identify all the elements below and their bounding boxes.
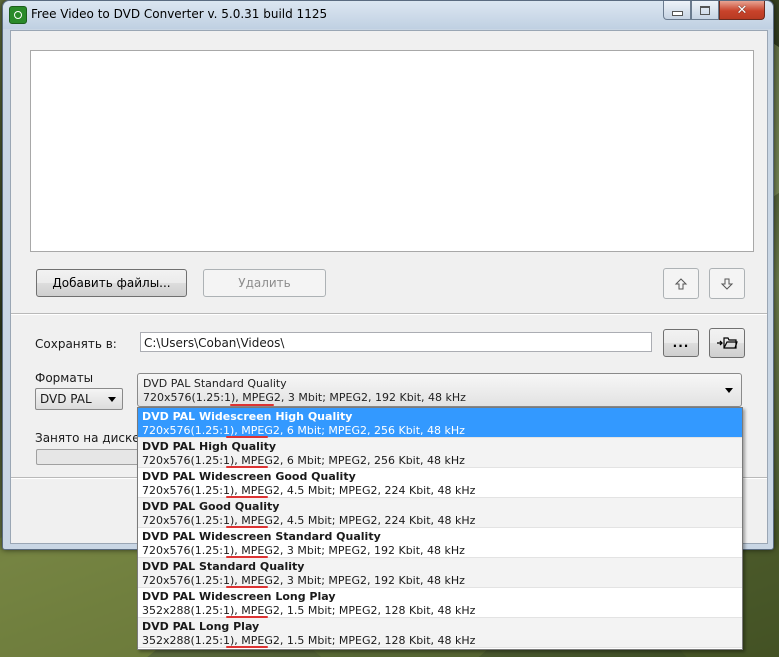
save-to-label: Сохранять в: xyxy=(35,337,117,351)
app-icon xyxy=(9,6,27,24)
quality-option[interactable]: DVD PAL Long Play 352x288(1.25:1), MPEG2,… xyxy=(138,618,742,648)
disk-usage-bar xyxy=(36,449,148,465)
quality-option-name: DVD PAL Good Quality xyxy=(142,500,280,513)
arrow-down-icon xyxy=(720,278,734,290)
output-path-field[interactable]: C:\Users\Coban\Videos\ xyxy=(140,332,652,352)
quality-select-name: DVD PAL Standard Quality xyxy=(143,377,287,390)
format-select[interactable]: DVD PAL xyxy=(35,388,123,410)
chevron-down-icon xyxy=(725,388,733,393)
quality-option-name: DVD PAL Widescreen Long Play xyxy=(142,590,336,603)
minimize-button[interactable] xyxy=(663,1,691,20)
title-bar[interactable]: Free Video to DVD Converter v. 5.0.31 bu… xyxy=(3,1,773,29)
quality-option-spec: 720x576(1.25:1), MPEG2, 3 Mbit; MPEG2, 1… xyxy=(142,574,465,587)
disk-usage-label: Занято на диске: xyxy=(35,431,144,445)
quality-option-spec: 720x576(1.25:1), MPEG2, 3 Mbit; MPEG2, 1… xyxy=(142,544,465,557)
quality-option-spec: 720x576(1.25:1), MPEG2, 6 Mbit; MPEG2, 2… xyxy=(142,424,465,437)
quality-option-spec: 352x288(1.25:1), MPEG2, 1.5 Mbit; MPEG2,… xyxy=(142,634,476,647)
quality-select-spec: 720x576(1.25:1), MPEG2, 3 Mbit; MPEG2, 1… xyxy=(143,391,466,404)
quality-option-spec: 352x288(1.25:1), MPEG2, 1.5 Mbit; MPEG2,… xyxy=(142,604,476,617)
file-list[interactable] xyxy=(30,50,754,252)
annotation-underline xyxy=(230,404,274,406)
maximize-button[interactable] xyxy=(691,1,719,20)
window-controls: ✕ xyxy=(663,1,765,21)
quality-option[interactable]: DVD PAL Widescreen Long Play 352x288(1.25… xyxy=(138,588,742,618)
quality-option-spec: 720x576(1.25:1), MPEG2, 4.5 Mbit; MPEG2,… xyxy=(142,514,476,527)
quality-option-spec: 720x576(1.25:1), MPEG2, 4.5 Mbit; MPEG2,… xyxy=(142,484,476,497)
chevron-down-icon xyxy=(108,397,116,402)
formats-label: Форматы xyxy=(35,371,94,385)
format-select-value: DVD PAL xyxy=(40,392,92,406)
divider xyxy=(11,313,767,315)
maximize-icon xyxy=(700,5,710,15)
quality-option-spec: 720x576(1.25:1), MPEG2, 6 Mbit; MPEG2, 2… xyxy=(142,454,465,467)
folder-open-icon xyxy=(717,337,738,349)
quality-option-name: DVD PAL High Quality xyxy=(142,440,277,453)
add-files-button[interactable]: Добавить файлы... xyxy=(36,269,187,297)
quality-dropdown-list: DVD PAL Widescreen High Quality 720x576(1… xyxy=(137,407,743,650)
move-up-button[interactable] xyxy=(663,268,699,299)
quality-option[interactable]: DVD PAL High Quality 720x576(1.25:1), MPE… xyxy=(138,438,742,468)
close-button[interactable]: ✕ xyxy=(719,1,765,20)
quality-option-name: DVD PAL Long Play xyxy=(142,620,260,633)
minimize-icon xyxy=(671,10,683,16)
quality-option[interactable]: DVD PAL Widescreen Good Quality 720x576(1… xyxy=(138,468,742,498)
quality-option[interactable]: DVD PAL Widescreen High Quality 720x576(1… xyxy=(138,408,742,438)
close-icon: ✕ xyxy=(736,2,748,18)
quality-option[interactable]: DVD PAL Widescreen Standard Quality 720x5… xyxy=(138,528,742,558)
quality-option-name: DVD PAL Widescreen High Quality xyxy=(142,410,353,423)
quality-option[interactable]: DVD PAL Standard Quality 720x576(1.25:1),… xyxy=(138,558,742,588)
remove-button[interactable]: Удалить xyxy=(203,269,326,297)
quality-select[interactable]: DVD PAL Standard Quality 720x576(1.25:1)… xyxy=(137,373,742,407)
annotation-underline xyxy=(226,646,268,648)
quality-option[interactable]: DVD PAL Good Quality 720x576(1.25:1), MPE… xyxy=(138,498,742,528)
window-title: Free Video to DVD Converter v. 5.0.31 bu… xyxy=(31,7,328,21)
move-down-button[interactable] xyxy=(709,268,745,299)
arrow-up-icon xyxy=(674,277,688,289)
open-folder-button[interactable] xyxy=(709,328,745,358)
quality-option-name: DVD PAL Widescreen Good Quality xyxy=(142,470,356,483)
quality-option-name: DVD PAL Standard Quality xyxy=(142,560,305,573)
quality-option-name: DVD PAL Widescreen Standard Quality xyxy=(142,530,381,543)
browse-button[interactable]: ... xyxy=(663,329,699,357)
